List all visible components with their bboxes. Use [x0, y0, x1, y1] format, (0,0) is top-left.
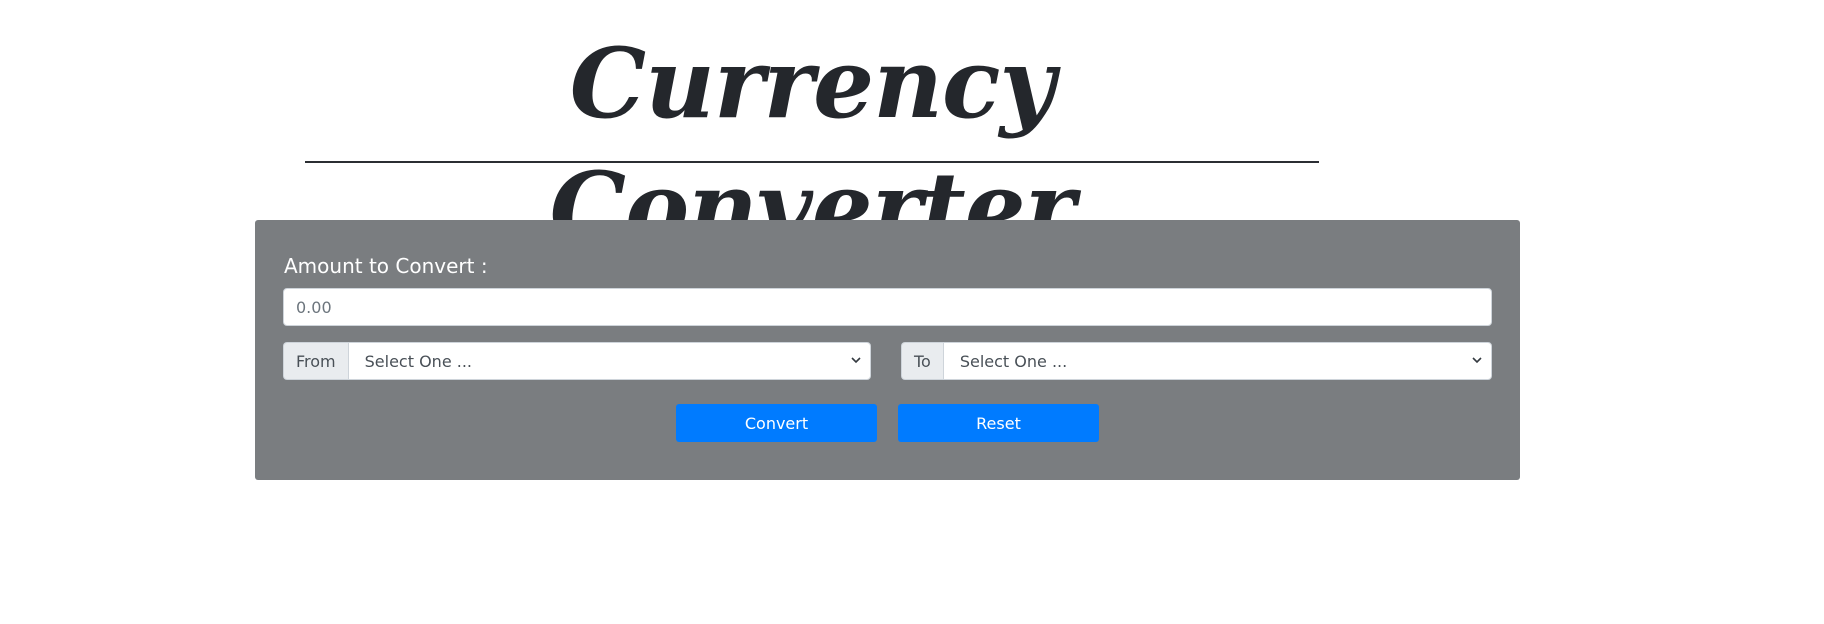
converter-panel: Amount to Convert : From Select One ... …	[255, 220, 1520, 480]
amount-input[interactable]	[283, 288, 1492, 326]
to-label: To	[901, 342, 943, 380]
from-currency-selected: Select One ...	[364, 351, 473, 371]
amount-label: Amount to Convert :	[284, 254, 488, 278]
from-currency-group: From Select One ...	[283, 342, 871, 380]
from-label: From	[283, 342, 348, 380]
to-currency-group: To Select One ...	[901, 342, 1492, 380]
title-underline	[305, 161, 1319, 163]
convert-button[interactable]: Convert	[676, 404, 877, 442]
to-currency-selected: Select One ...	[959, 351, 1068, 371]
from-currency-select[interactable]: Select One ...	[347, 342, 871, 380]
to-currency-select[interactable]: Select One ...	[942, 342, 1492, 380]
reset-button[interactable]: Reset	[898, 404, 1099, 442]
chevron-down-icon	[1472, 357, 1482, 364]
chevron-down-icon	[851, 357, 861, 364]
page-title: Currency Converter	[549, 27, 1076, 264]
